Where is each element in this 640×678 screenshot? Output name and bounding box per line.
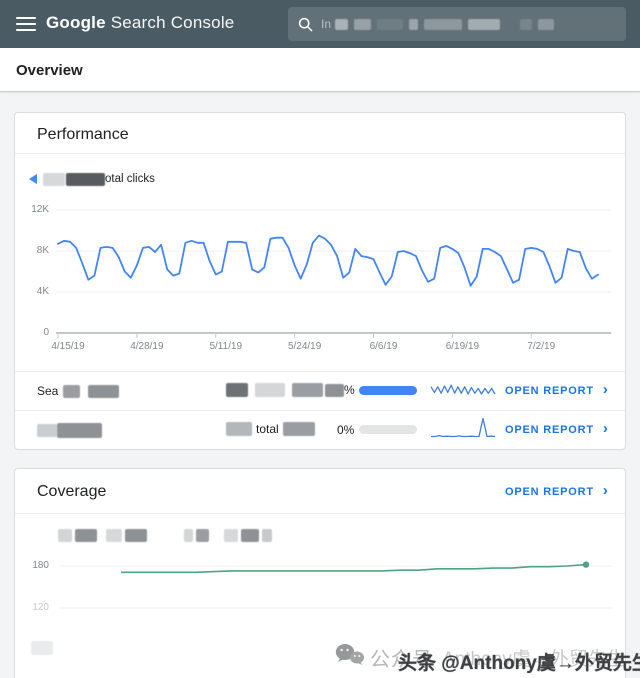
app-header: Google Search Console In bbox=[0, 0, 640, 48]
brand-google: Google bbox=[46, 13, 106, 32]
search-redacted-text bbox=[335, 19, 554, 30]
redacted-metric bbox=[226, 422, 252, 436]
page-title: Overview bbox=[16, 62, 83, 79]
search-results-sparkline bbox=[429, 380, 497, 400]
redacted-text bbox=[57, 423, 102, 438]
coverage-card: Coverage OPEN REPORT › 180120 bbox=[14, 468, 626, 678]
percent-value: 0% bbox=[337, 423, 354, 437]
table-row-search-results: Sea % OPEN REPORT › bbox=[15, 371, 627, 410]
google-search-console-overview-page: Google Search Console In Overview bbox=[0, 0, 640, 678]
row-metric-label: total bbox=[256, 422, 279, 436]
row-label: Sea bbox=[37, 384, 58, 398]
progress-bar-filled bbox=[359, 386, 417, 395]
open-report-label: OPEN REPORT bbox=[505, 385, 594, 397]
app-title: Google Search Console bbox=[46, 13, 234, 33]
percent-value: % bbox=[344, 383, 355, 397]
open-report-label: OPEN REPORT bbox=[505, 424, 594, 436]
url-inspection-search-input[interactable]: In bbox=[288, 7, 626, 41]
redacted-text bbox=[88, 385, 119, 398]
open-report-link-discover[interactable]: OPEN REPORT › bbox=[505, 424, 609, 436]
search-icon bbox=[298, 17, 313, 32]
page-header-bar bbox=[0, 48, 640, 92]
table-row-discover: total 0% OPEN REPORT › bbox=[15, 410, 627, 449]
redacted-metric bbox=[255, 383, 285, 397]
coverage-valid-pages-chart bbox=[15, 469, 627, 678]
redacted-metric bbox=[226, 383, 248, 397]
open-report-link-search[interactable]: OPEN REPORT › bbox=[505, 385, 609, 397]
brand-search-console: Search Console bbox=[111, 13, 235, 32]
discover-sparkline bbox=[429, 414, 497, 440]
hamburger-menu-icon[interactable] bbox=[16, 17, 36, 31]
chevron-right-icon: › bbox=[603, 424, 609, 434]
progress-bar-empty bbox=[359, 425, 417, 434]
redacted-metric bbox=[292, 383, 323, 397]
search-placeholder: In bbox=[321, 17, 331, 31]
performance-card: Performance otal clicks 12K8K4K0 4/15/19… bbox=[14, 112, 626, 450]
redacted-metric bbox=[283, 422, 315, 436]
performance-x-axis: 4/15/194/28/195/11/195/24/196/6/196/19/1… bbox=[15, 341, 627, 355]
performance-y-axis: 12K8K4K0 bbox=[21, 113, 51, 353]
redacted-text bbox=[37, 424, 57, 437]
chevron-right-icon: › bbox=[603, 385, 609, 395]
redacted-text bbox=[63, 385, 80, 398]
redacted-axis-label bbox=[31, 641, 53, 655]
redacted-percent bbox=[325, 384, 344, 397]
